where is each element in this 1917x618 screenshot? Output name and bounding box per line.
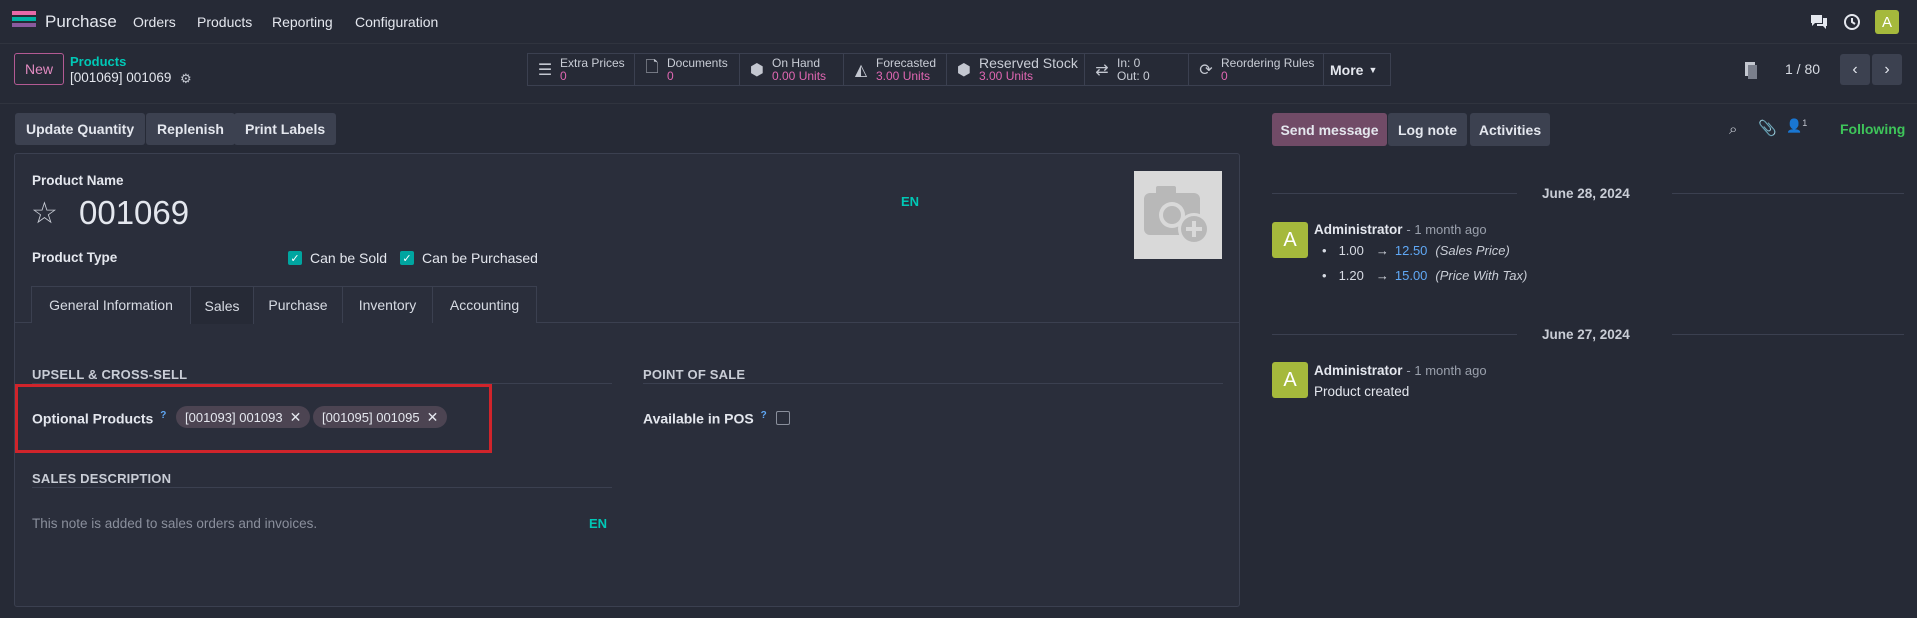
menu-products[interactable]: Products: [197, 14, 252, 30]
menu-orders[interactable]: Orders: [133, 14, 176, 30]
tab-inventory[interactable]: Inventory: [342, 286, 433, 323]
menu-reporting[interactable]: Reporting: [272, 14, 333, 30]
send-message-button[interactable]: Send message: [1272, 113, 1387, 146]
message-header: Administrator - 1 month ago: [1314, 222, 1487, 237]
product-image-placeholder[interactable]: [1134, 171, 1222, 259]
product-type-label: Product Type: [32, 250, 118, 265]
divider: [1272, 193, 1517, 194]
replenish-button[interactable]: Replenish: [146, 113, 235, 145]
app-switcher-icon[interactable]: [12, 9, 36, 29]
sales-description-field[interactable]: This note is added to sales orders and i…: [32, 516, 317, 531]
language-button[interactable]: EN: [589, 516, 607, 531]
area-chart-icon: ◭: [854, 61, 868, 79]
pager-value[interactable]: 1 / 80: [1785, 61, 1820, 77]
sales-description-title: SALES DESCRIPTION: [32, 471, 172, 486]
arrow-right-icon: →: [1375, 243, 1389, 258]
available-in-pos-checkbox[interactable]: [776, 411, 790, 425]
pager-previous-button[interactable]: ‹: [1840, 54, 1870, 85]
new-button[interactable]: New: [14, 53, 64, 85]
menu-configuration[interactable]: Configuration: [355, 14, 438, 30]
camera-plus-icon: [1144, 186, 1210, 245]
caret-down-icon: ▼: [1368, 64, 1378, 75]
refresh-icon: ⟳: [1199, 61, 1213, 79]
available-in-pos-label: Available in POS ?: [643, 410, 767, 427]
update-quantity-button[interactable]: Update Quantity: [15, 113, 146, 145]
cubes-icon: ⬢: [957, 61, 971, 79]
divider: [0, 103, 1917, 104]
help-tooltip-icon[interactable]: ?: [761, 410, 767, 421]
top-navbar: Purchase Orders Products Reporting Confi…: [0, 0, 1917, 44]
divider: [32, 487, 612, 488]
star-icon[interactable]: ☆: [31, 196, 58, 231]
product-name-field[interactable]: 001069: [79, 194, 189, 232]
product-name-label: Product Name: [32, 173, 124, 188]
user-avatar[interactable]: A: [1875, 10, 1899, 34]
activities-button[interactable]: Activities: [1470, 113, 1550, 146]
app-title[interactable]: Purchase: [45, 12, 117, 32]
print-labels-button[interactable]: Print Labels: [234, 113, 337, 145]
divider: [1272, 334, 1517, 335]
tab-sales[interactable]: Sales: [190, 286, 254, 324]
arrow-right-icon: →: [1375, 268, 1389, 283]
pager-next-button[interactable]: ›: [1872, 54, 1902, 85]
highlight-annotation-box: [15, 384, 492, 453]
clock-icon[interactable]: [1843, 13, 1861, 34]
language-button[interactable]: EN: [901, 194, 919, 209]
smart-button-reserved-stock[interactable]: ⬢ Reserved Stock 3.00 Units: [946, 53, 1085, 86]
check-icon: ✓: [400, 251, 414, 265]
log-note-button[interactable]: Log note: [1388, 113, 1467, 146]
tab-purchase[interactable]: Purchase: [253, 286, 343, 323]
more-dropdown[interactable]: More ▼: [1323, 53, 1391, 86]
smart-button-forecasted[interactable]: ◭ Forecasted 3.00 Units: [843, 53, 947, 86]
author-avatar[interactable]: A: [1272, 222, 1308, 258]
list-icon: ☰: [537, 61, 553, 79]
check-icon: ✓: [288, 251, 302, 265]
smart-button-on-hand[interactable]: ⬢ On Hand 0.00 Units: [739, 53, 844, 86]
followers-button[interactable]: 👤 1: [1786, 118, 1807, 134]
pos-section-title: POINT OF SALE: [643, 367, 746, 382]
following-button[interactable]: Following: [1840, 121, 1905, 137]
paperclip-icon[interactable]: 📎: [1758, 119, 1777, 137]
bookmark-icon[interactable]: [1744, 62, 1758, 83]
exchange-icon: ⇄: [1095, 61, 1109, 79]
tracking-value-row: • 1.20 → 15.00 (Price With Tax): [1322, 268, 1528, 283]
message-header: Administrator - 1 month ago: [1314, 363, 1487, 378]
message-body: Product created: [1314, 384, 1410, 399]
tracking-value-row: • 1.00 → 12.50 (Sales Price): [1322, 243, 1510, 258]
tab-accounting[interactable]: Accounting: [432, 286, 537, 323]
message-date: June 27, 2024: [1542, 327, 1630, 342]
can-be-sold-checkbox[interactable]: ✓ Can be Sold: [288, 250, 387, 266]
divider: [643, 383, 1223, 384]
upsell-section-title: UPSELL & CROSS-SELL: [32, 367, 188, 382]
author-avatar[interactable]: A: [1272, 362, 1308, 398]
cubes-icon: ⬢: [750, 61, 764, 79]
smart-button-in-out[interactable]: ⇄ In: 0 Out: 0: [1084, 53, 1189, 86]
chat-icon[interactable]: [1809, 13, 1829, 34]
tab-general-information[interactable]: General Information: [31, 286, 191, 323]
message-date: June 28, 2024: [1542, 186, 1630, 201]
breadcrumb-products[interactable]: Products: [70, 54, 126, 69]
gear-icon[interactable]: ⚙: [180, 71, 192, 87]
file-icon: 🗋: [645, 59, 659, 76]
can-be-purchased-checkbox[interactable]: ✓ Can be Purchased: [400, 250, 538, 266]
divider: [1672, 334, 1904, 335]
user-icon: 👤: [1786, 118, 1803, 133]
smart-button-reordering-rules[interactable]: ⟳ Reordering Rules 0: [1188, 53, 1324, 86]
breadcrumb-current: [001069] 001069: [70, 70, 172, 85]
smart-button-documents[interactable]: 🗋 Documents 0: [634, 53, 740, 86]
smart-button-extra-prices[interactable]: ☰ Extra Prices 0: [527, 53, 635, 86]
search-icon[interactable]: ⌕: [1729, 121, 1737, 138]
form-sheet: [14, 153, 1240, 607]
divider: [1672, 193, 1904, 194]
